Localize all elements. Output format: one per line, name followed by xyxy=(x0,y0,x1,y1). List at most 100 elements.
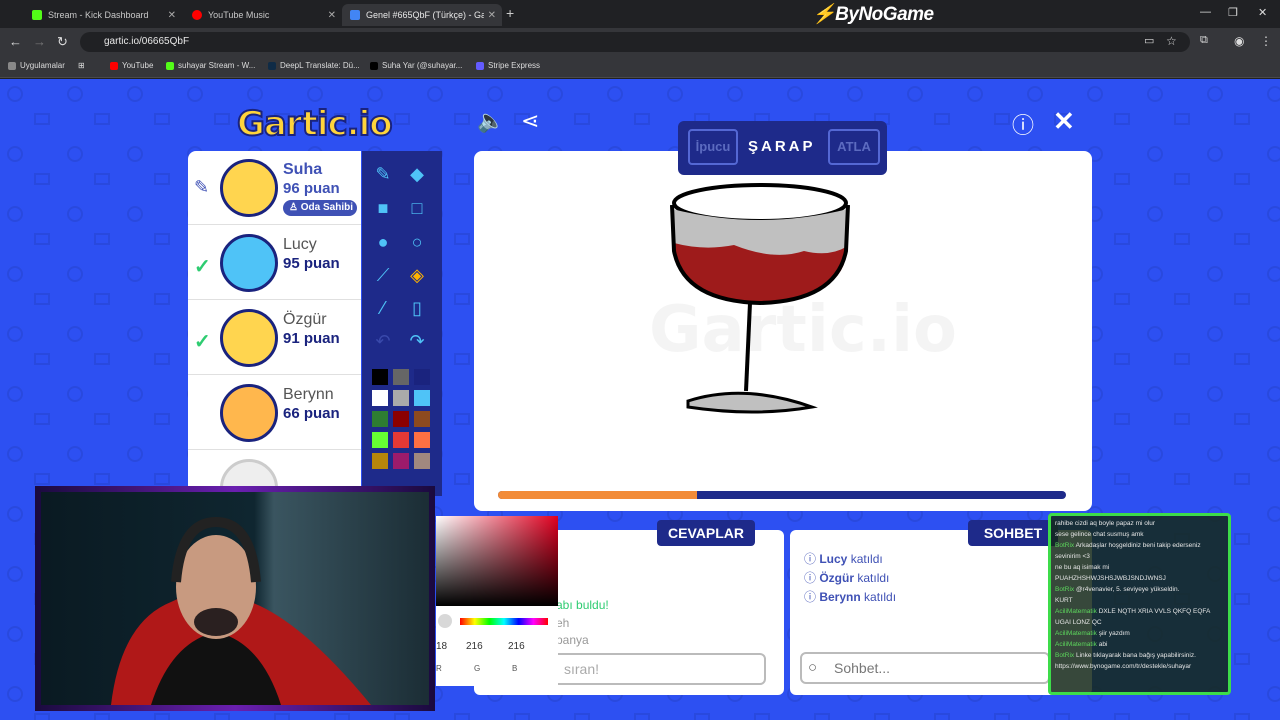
new-tab-button[interactable]: + xyxy=(506,5,514,21)
info-icon[interactable]: ⓘ xyxy=(1012,108,1034,140)
restore-icon[interactable]: ❐ xyxy=(1228,6,1238,19)
tab-kick[interactable]: Stream - Kick Dashboard ✕ xyxy=(24,4,182,26)
secret-word: ŞARAP xyxy=(748,138,816,155)
line-tool-icon[interactable]: ⟋ xyxy=(372,264,394,286)
stream-chat-overlay: rahibe cizdi aq boyle papaz mi olur sese … xyxy=(1048,513,1231,695)
eyedropper-tool-icon[interactable]: ⁄ xyxy=(372,297,394,319)
grid-icon[interactable]: ⊞ xyxy=(78,61,85,70)
stream-chat-line: BotRix Linke tıklayarak bana bağış yapab… xyxy=(1055,650,1224,672)
r-value[interactable]: 18 xyxy=(436,641,447,652)
chat-text: abi xyxy=(1098,641,1108,648)
color-swatch[interactable] xyxy=(414,432,430,448)
url-text: gartic.io/06665QbF xyxy=(104,36,190,47)
color-swatch[interactable] xyxy=(393,432,409,448)
close-icon[interactable]: ✕ xyxy=(488,10,496,21)
menu-icon[interactable]: ⋮ xyxy=(1260,34,1272,48)
answer-input[interactable]: sıran! xyxy=(540,653,766,685)
extensions-icon[interactable]: ⧉ xyxy=(1200,34,1208,47)
stream-chat-line: AciliMatematik abi xyxy=(1055,639,1224,650)
g-label: G xyxy=(474,664,481,673)
saturation-field[interactable] xyxy=(436,516,558,606)
svg-text:Gartic.io: Gartic.io xyxy=(649,293,957,367)
bookmark-kick[interactable]: suhayar Stream - W... xyxy=(166,61,255,70)
webcam-feed xyxy=(41,492,429,705)
color-swatch[interactable] xyxy=(372,390,388,406)
color-swatch[interactable] xyxy=(393,369,409,385)
redo-tool-icon[interactable]: ↷ xyxy=(406,330,428,352)
drawing-canvas[interactable]: Gartic.io xyxy=(474,151,1092,511)
pencil-tool-icon[interactable]: ✎ xyxy=(372,163,394,185)
close-icon[interactable]: ✕ xyxy=(168,10,176,21)
player-row[interactable]: ✓ Lucy 95 puan xyxy=(188,226,361,300)
address-bar[interactable]: gartic.io/06665QbF xyxy=(80,32,1190,52)
bookmark-deepl[interactable]: DeepL Translate: Dü... xyxy=(268,61,360,70)
reload-icon[interactable]: ↻ xyxy=(57,34,68,50)
close-icon[interactable]: ✕ xyxy=(1053,106,1075,137)
color-swatch[interactable] xyxy=(372,411,388,427)
wine-glass-drawing: Gartic.io xyxy=(649,183,957,414)
color-swatch[interactable] xyxy=(372,369,388,385)
color-swatch[interactable] xyxy=(372,453,388,469)
player-points: 95 puan xyxy=(283,255,340,272)
forward-icon[interactable]: → xyxy=(33,34,46,49)
tab-gartic[interactable]: Genel #665QbF (Türkçe) - Garti ✕ xyxy=(342,4,502,26)
g-value[interactable]: 216 xyxy=(466,641,483,652)
stream-chat-line: rahibe cizdi aq boyle papaz mi olur xyxy=(1055,518,1224,529)
color-swatch[interactable] xyxy=(372,432,388,448)
player-row[interactable]: Berynn 66 puan xyxy=(188,376,361,450)
filled-rect-tool-icon[interactable]: ■ xyxy=(372,197,394,219)
bookmark-stripe[interactable]: Stripe Express xyxy=(476,61,540,70)
bynogame-logo: ⚡ByNoGame xyxy=(812,4,934,25)
share-icon[interactable]: ⋖ xyxy=(521,108,539,134)
color-swatch[interactable] xyxy=(393,390,409,406)
color-picker[interactable]: 18 216 216 R G B xyxy=(436,516,558,686)
hint-button[interactable]: İpucu xyxy=(688,129,738,165)
bookmark-apps[interactable]: Uygulamalar xyxy=(8,61,65,70)
filled-circle-tool-icon[interactable]: ● xyxy=(372,231,394,253)
sound-icon[interactable]: 🔈 xyxy=(477,108,504,134)
undo-tool-icon[interactable]: ↶ xyxy=(372,330,394,352)
color-swatch[interactable] xyxy=(393,411,409,427)
page-tool-icon[interactable]: ▯ xyxy=(406,297,428,319)
eraser-tool-icon[interactable]: ◆ xyxy=(406,163,428,185)
color-swatch[interactable] xyxy=(414,369,430,385)
b-value[interactable]: 216 xyxy=(508,641,525,652)
color-swatch[interactable] xyxy=(393,453,409,469)
minimize-icon[interactable]: — xyxy=(1200,6,1211,18)
bookmark-youtube[interactable]: YouTube xyxy=(110,61,153,70)
kick-icon xyxy=(32,10,42,20)
color-swatch[interactable] xyxy=(414,411,430,427)
close-window-icon[interactable]: ✕ xyxy=(1258,6,1267,19)
circle-tool-icon[interactable]: ○ xyxy=(406,231,428,253)
join-message: ⓘ Berynn katıldı xyxy=(804,590,897,604)
color-swatch[interactable] xyxy=(414,453,430,469)
fill-tool-icon[interactable]: ◈ xyxy=(406,264,428,286)
answer-message: panya xyxy=(556,633,589,647)
bookmark-tiktok[interactable]: Suha Yar (@suhayar... xyxy=(370,61,462,70)
star-icon[interactable]: ☆ xyxy=(1166,34,1177,48)
tab-youtube-music[interactable]: YouTube Music ✕ xyxy=(184,4,342,26)
player-row[interactable]: ✓ Özgür 91 puan xyxy=(188,301,361,375)
tool-panel: ✎ ◆ ■ □ ● ○ ⟋ ◈ ⁄ ▯ ↶ ↷ xyxy=(362,151,442,496)
chat-text: Arkadaşlar hoşgeldiniz beni takip ederse… xyxy=(1055,542,1201,560)
chat-text: Linke tıklayarak bana bağış yapabilirsin… xyxy=(1055,652,1196,670)
chat-text: sese gelince chat susmuş amk xyxy=(1055,531,1144,538)
b-label: B xyxy=(512,664,518,673)
back-icon[interactable]: ← xyxy=(9,34,22,49)
streamer-silhouette xyxy=(111,516,371,705)
stream-chat-line: PUAHZHSHWJSHSJWBJSNDJWNSJ xyxy=(1055,573,1224,584)
chat-text: ne bu aq isimak mi xyxy=(1055,564,1110,571)
player-name: Berynn xyxy=(283,386,334,403)
rect-tool-icon[interactable]: □ xyxy=(406,197,428,219)
skip-button[interactable]: ATLA xyxy=(828,129,880,165)
tab-title: Genel #665QbF (Türkçe) - Garti xyxy=(366,10,484,20)
pencil-icon: ✎ xyxy=(194,177,210,197)
hue-slider[interactable] xyxy=(460,618,548,625)
profile-icon[interactable]: ◉ xyxy=(1234,34,1244,48)
cast-icon[interactable]: ▭ xyxy=(1144,34,1154,47)
close-icon[interactable]: ✕ xyxy=(328,10,336,21)
chat-input[interactable]: Sohbet... xyxy=(800,652,1050,684)
player-name: Lucy xyxy=(283,236,317,253)
chat-username: BotRix xyxy=(1055,652,1076,659)
color-swatch[interactable] xyxy=(414,390,430,406)
